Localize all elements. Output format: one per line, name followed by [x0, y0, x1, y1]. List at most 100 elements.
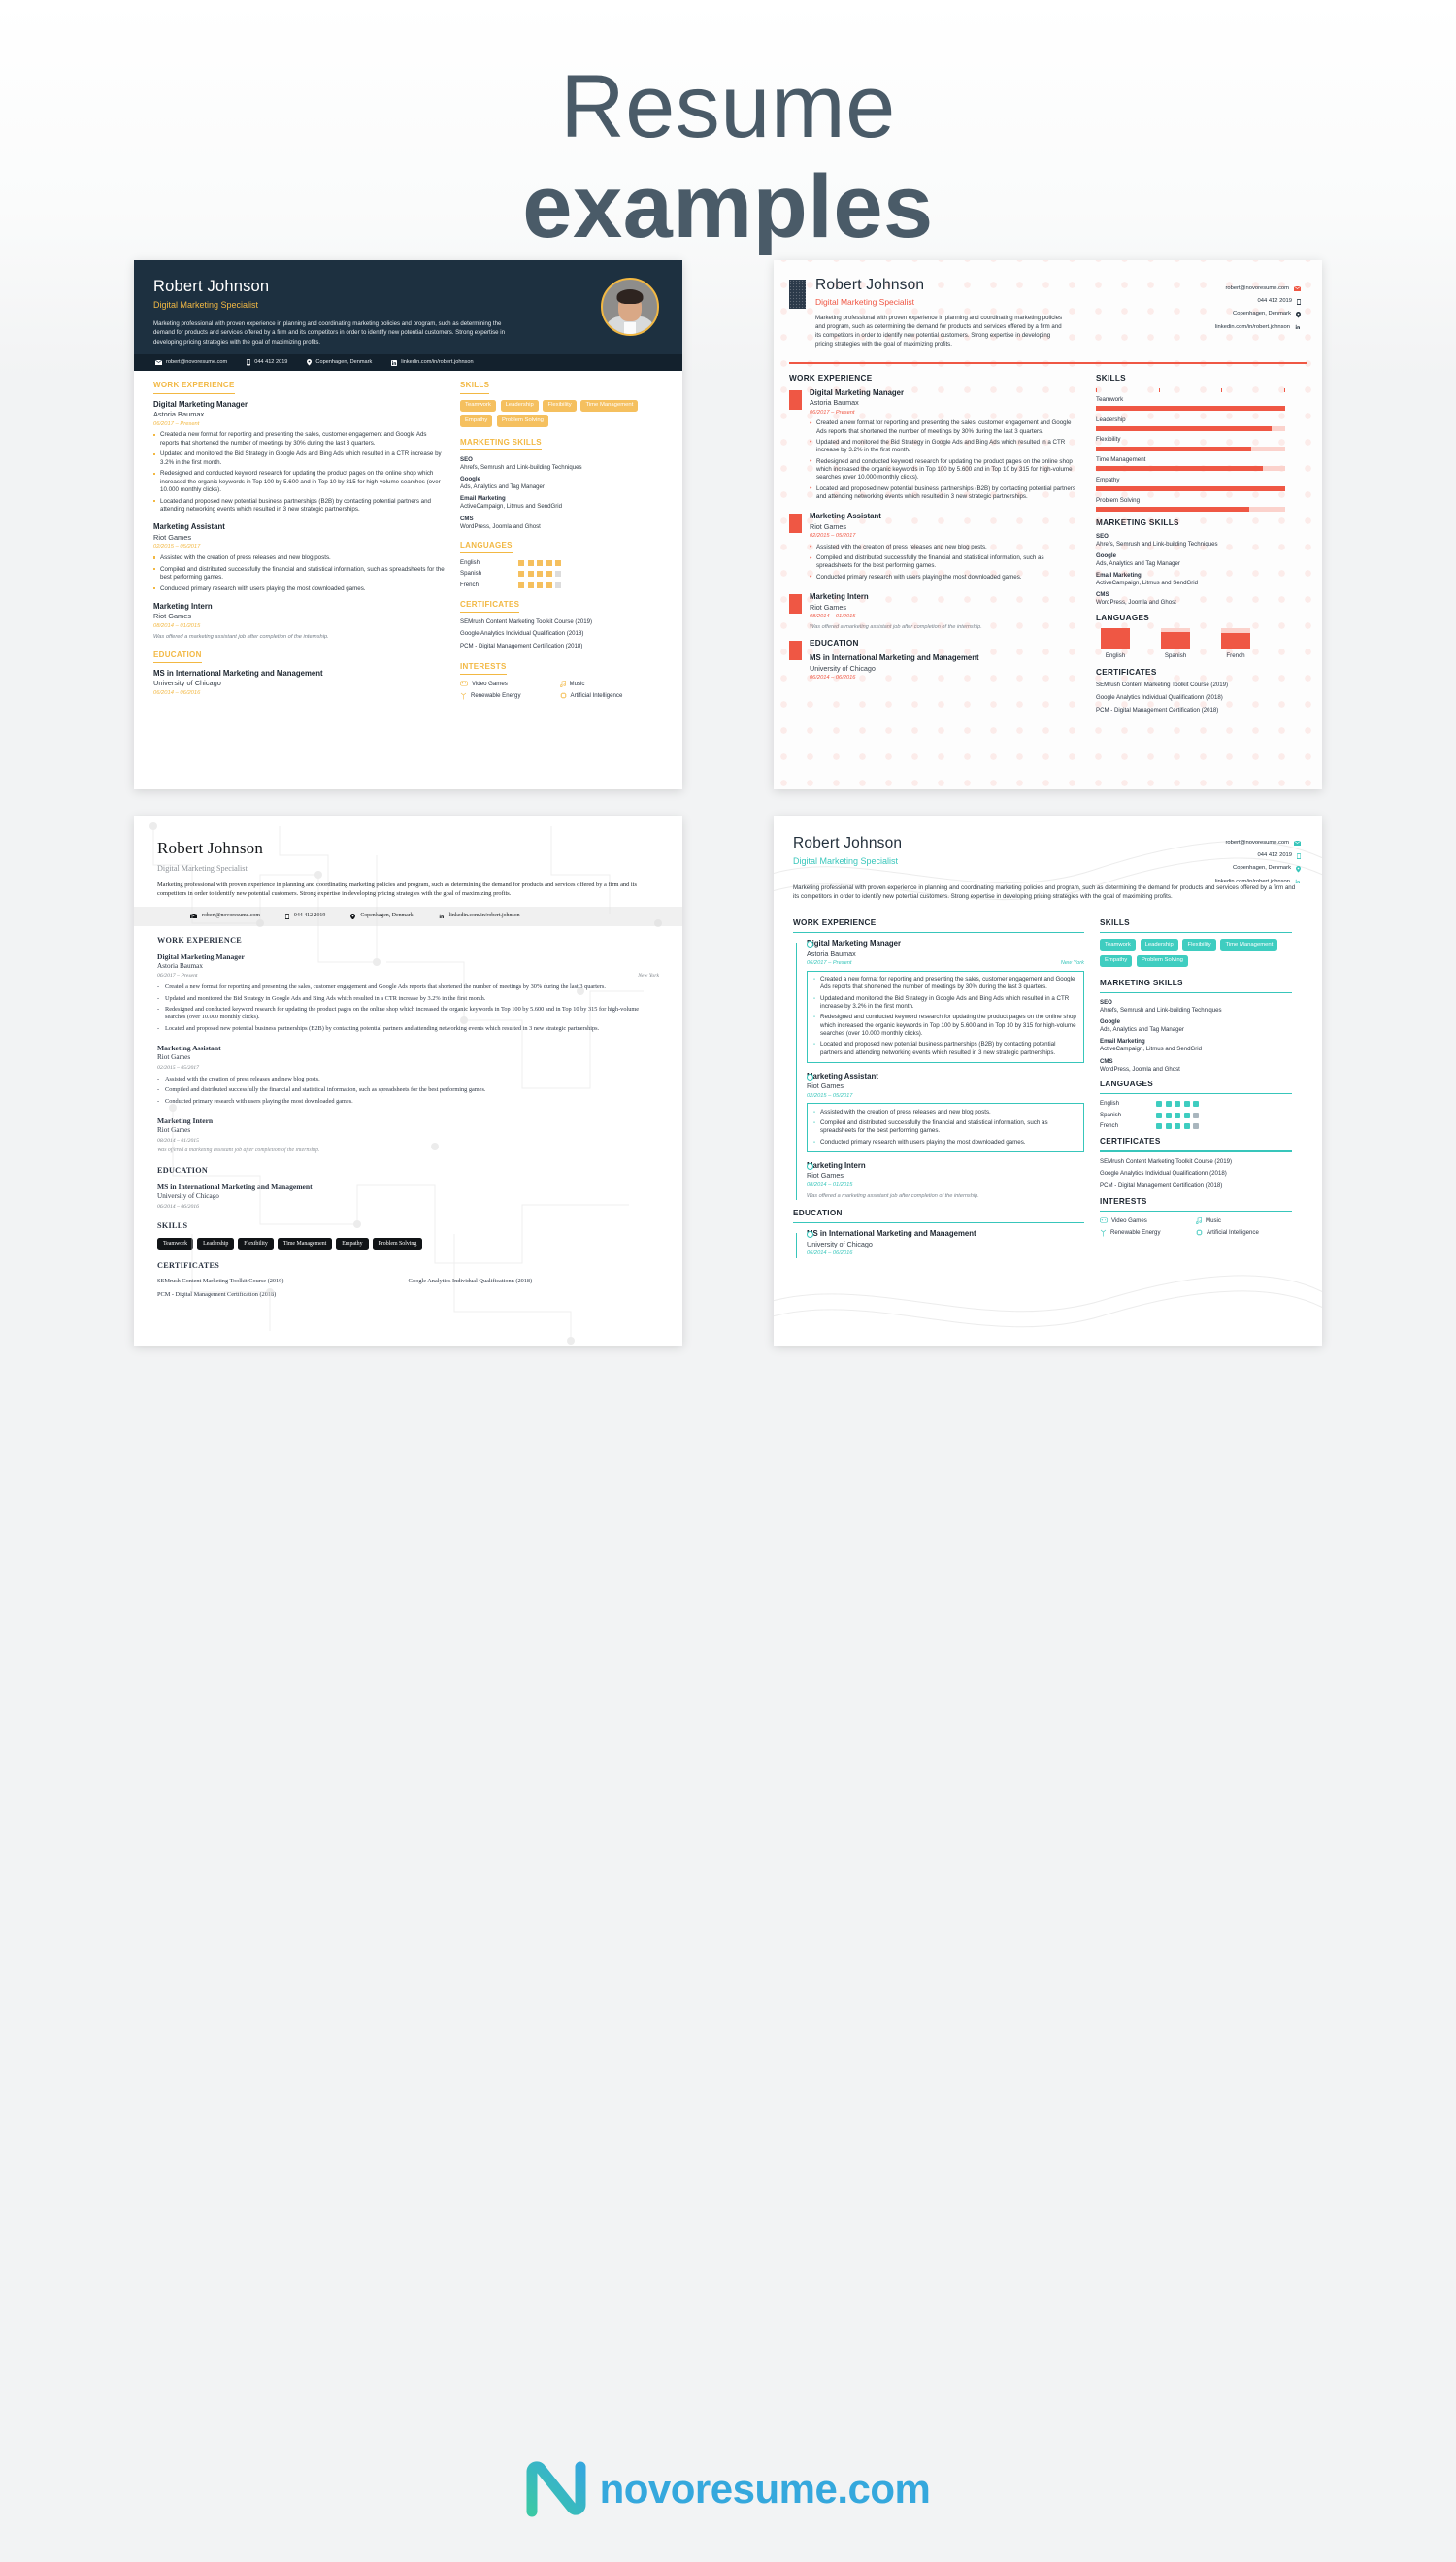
skill-pill[interactable]: Problem Solving — [372, 1238, 423, 1251]
music-note-icon — [1196, 1217, 1202, 1225]
job-bullet: Updated and monitored the Bid Strategy i… — [157, 995, 659, 1004]
job-meta: 06/2017 – Present New York — [157, 973, 659, 981]
resume-card-navy-yellow[interactable]: Robert Johnson Digital Marketing Special… — [134, 260, 682, 789]
job-entry: Marketing Intern Riot Games 08/2014 – 01… — [807, 1161, 1084, 1200]
job-company: Riot Games — [157, 1126, 191, 1135]
job-entry: Marketing Assistant Riot Games 02/2015 –… — [153, 522, 445, 593]
interest-label: Music — [1206, 1217, 1221, 1225]
language-dot-filled — [518, 559, 524, 566]
job-meta: 06/2017 – Present New York — [807, 960, 1084, 968]
contact-linkedin[interactable]: linkedin.com/in/robert.johnson — [1215, 324, 1301, 332]
resume-card-teal[interactable]: Robert Johnson Digital Marketing Special… — [774, 816, 1322, 1346]
skill-pill[interactable]: Flexibility — [543, 399, 577, 413]
candidate-name: Robert Johnson — [815, 277, 925, 293]
job-bullet: Redesigned and conducted keyword researc… — [153, 470, 445, 494]
language-dot-filled — [1175, 1123, 1180, 1130]
skill-pill[interactable]: Problem Solving — [496, 415, 548, 427]
language-dot-filled — [537, 582, 543, 589]
skill-pill[interactable]: Flexibility — [1182, 939, 1216, 952]
certificate-item: SEMrush Content Marketing Toolkit Course… — [460, 617, 593, 625]
job-dates: 08/2014 – 01/2015 — [810, 614, 856, 620]
contact-phone[interactable]: 044 412 2019 — [284, 913, 325, 920]
language-row: Spanish — [1100, 1112, 1292, 1119]
language-chart: English Spanish French — [1096, 628, 1285, 660]
skill-pill[interactable]: Empathy — [1100, 954, 1133, 968]
resume1-columns: WORK EXPERIENCE Digital Marketing Manage… — [134, 371, 682, 703]
contact-phone[interactable]: 044 412 2019 — [1215, 298, 1301, 306]
language-column: French — [1216, 628, 1255, 660]
language-dot-filled — [546, 582, 552, 589]
interest-label: Renewable Energy — [471, 691, 521, 699]
interest-item: Music — [559, 680, 660, 688]
job-bullet: Created a new format for reporting and p… — [810, 419, 1080, 436]
interest-label: Video Games — [1111, 1217, 1147, 1225]
candidate-summary: Marketing professional with proven exper… — [153, 319, 505, 346]
job-dates: 06/2017 – Present — [157, 973, 198, 980]
skill-pill[interactable]: Leadership — [1140, 939, 1178, 952]
contact-email[interactable]: robert@novoresume.com — [1215, 840, 1301, 848]
section-heading-education: EDUCATION — [793, 1209, 843, 1218]
decorative-square — [789, 280, 806, 309]
skill-pill[interactable]: Time Management — [277, 1238, 333, 1251]
job-bullet: Created a new format for reporting and p… — [813, 976, 1077, 992]
resume-card-serif[interactable]: Robert Johnson Digital Marketing Special… — [134, 816, 682, 1346]
contact-phone[interactable]: 044 412 2019 — [247, 359, 287, 366]
language-bar — [1101, 628, 1130, 650]
contact-phone[interactable]: 044 412 2019 — [1215, 852, 1301, 860]
candidate-name: Robert Johnson — [157, 839, 264, 857]
skill-pill[interactable]: Teamwork — [460, 399, 496, 413]
skill-pill[interactable]: Empathy — [460, 415, 493, 427]
interest-item: Video Games — [460, 681, 560, 688]
certificate-item: PCM - Digital Management Certification (… — [460, 642, 583, 649]
contact-linkedin[interactable]: linkedin.com/in/robert.johnson — [1215, 879, 1301, 886]
contact-linkedin[interactable]: linkedin.com/in/robert.johnson — [391, 359, 474, 366]
envelope-icon — [155, 360, 162, 366]
job-bullet: Updated and monitored the Bid Strategy i… — [813, 995, 1077, 1012]
skill-pill[interactable]: Flexibility — [238, 1238, 274, 1251]
resume-row-1: Robert Johnson Digital Marketing Special… — [0, 260, 1456, 789]
education-meta: 06/2014 – 06/2016 — [157, 1204, 659, 1212]
contact-linkedin[interactable]: linkedin.com/in/robert.johnson — [439, 913, 520, 920]
job-bullet: Redesigned and conducted keyword researc… — [157, 1006, 659, 1022]
skill-pill[interactable]: Empathy — [336, 1238, 369, 1251]
language-column: Spanish — [1156, 628, 1195, 660]
contact-location[interactable]: Copenhagen, Denmark — [307, 359, 372, 366]
contact-email[interactable]: robert@novoresume.com — [190, 913, 260, 920]
job-company: Astoria Baumax — [807, 948, 856, 958]
skill-pill[interactable]: Problem Solving — [1136, 954, 1188, 968]
contact-location[interactable]: Copenhagen, Denmark — [1215, 311, 1301, 318]
language-dot-filled — [1183, 1112, 1190, 1118]
job-bullets: Assisted with the creation of press rele… — [157, 1076, 659, 1107]
section-heading-work: WORK EXPERIENCE — [157, 935, 243, 945]
job-dates: 02/2015 – 05/2017 — [153, 544, 201, 550]
resume-card-red[interactable]: Robert Johnson Digital Marketing Special… — [774, 260, 1322, 789]
job-meta: 02/2015 – 05/2017 — [157, 1065, 659, 1073]
skill-bar — [1096, 506, 1285, 512]
certificate-item: PCM - Digital Management Certification (… — [1096, 706, 1219, 714]
job-bullet: Redesigned and conducted keyword researc… — [810, 457, 1080, 482]
contact-location[interactable]: Copenhagen, Denmark — [350, 913, 414, 920]
skill-pill[interactable]: Time Management — [1220, 939, 1278, 952]
contact-email[interactable]: robert@novoresume.com — [1215, 285, 1301, 293]
candidate-name: Robert Johnson — [153, 278, 270, 295]
contact-email[interactable]: robert@novoresume.com — [155, 359, 227, 366]
skill-pill[interactable]: Teamwork — [157, 1238, 194, 1251]
skill-pill[interactable]: Leadership — [500, 399, 539, 413]
marketing-skill-name: SEO — [1100, 999, 1112, 1007]
section-divider — [1100, 932, 1292, 934]
chip-icon — [560, 692, 566, 699]
certificate-item: Google Analytics Individual Qualificatio… — [460, 630, 584, 638]
job-company: Astoria Baumax — [157, 961, 203, 970]
map-pin-icon — [1296, 312, 1301, 318]
skill-bar-item: Flexibility — [1096, 436, 1285, 451]
contact-location[interactable]: Copenhagen, Denmark — [1215, 865, 1301, 873]
job-note: Was offered a marketing assistant job af… — [807, 1192, 979, 1199]
language-dot-empty — [1193, 1123, 1199, 1130]
skill-pill[interactable]: Time Management — [580, 399, 639, 413]
skill-pill[interactable]: Teamwork — [1100, 939, 1136, 952]
section-heading-interests: INTERESTS — [1100, 1196, 1147, 1206]
skill-pill[interactable]: Leadership — [197, 1238, 235, 1251]
page-title-line2: examples — [522, 156, 934, 256]
certificate-item: SEMrush Content Marketing Toolkit Course… — [1096, 682, 1229, 689]
avatar — [601, 278, 659, 336]
